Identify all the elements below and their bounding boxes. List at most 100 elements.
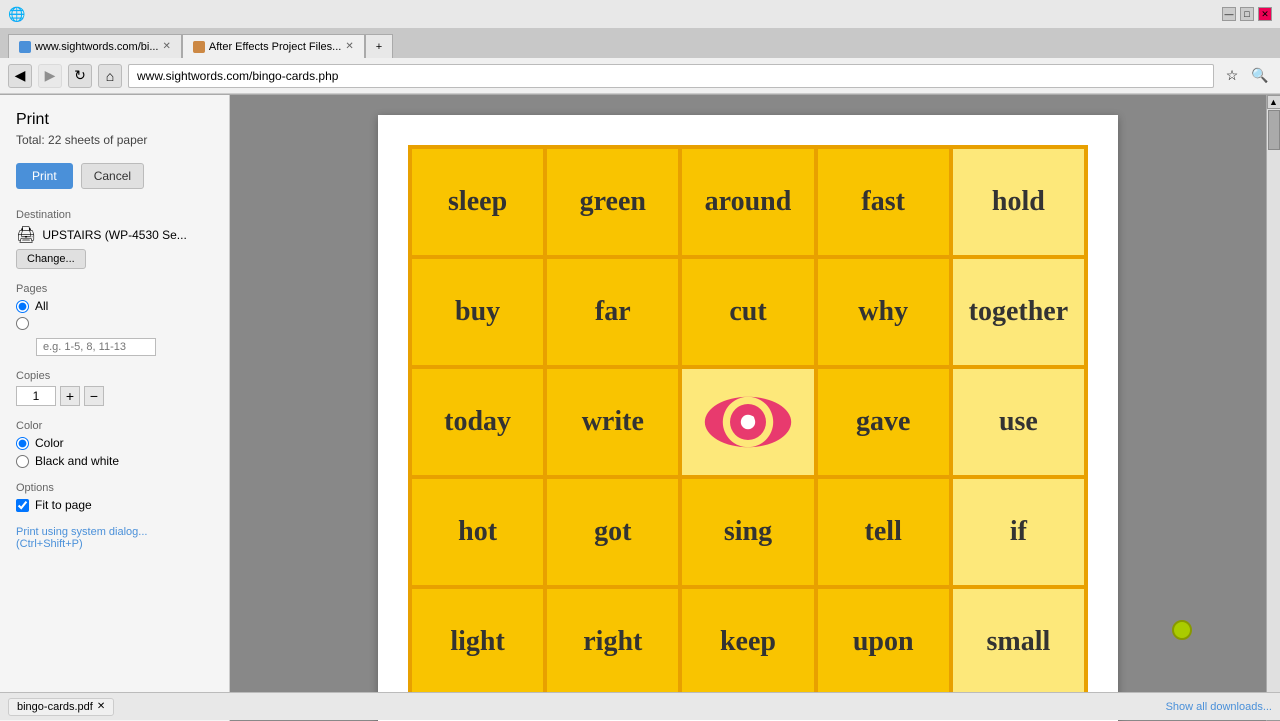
bingo-cell-2: around <box>680 147 815 257</box>
bingo-cell-22: keep <box>680 587 815 697</box>
bw-option[interactable]: Black and white <box>16 454 213 468</box>
fit-to-page-label: Fit to page <box>35 498 92 512</box>
title-bar-controls: — □ ✕ <box>1222 7 1272 21</box>
search-icon[interactable]: 🔍 <box>1248 64 1272 88</box>
destination-value: 🖨 UPSTAIRS (WP-4530 Se... <box>16 225 213 245</box>
color-radio[interactable] <box>16 437 29 450</box>
tab-close-sightwords[interactable]: ✕ <box>162 41 170 52</box>
bingo-cell-19: if <box>951 477 1086 587</box>
bingo-cell-4: hold <box>951 147 1086 257</box>
print-panel: Print Total: 22 sheets of paper Print Ca… <box>0 95 230 721</box>
pages-label: Pages <box>16 283 213 295</box>
bingo-cell-6: far <box>545 257 680 367</box>
tab-label-aftereffects: After Effects Project Files... <box>209 41 341 53</box>
bingo-cell-18: tell <box>816 477 951 587</box>
destination-row: Destination 🖨 UPSTAIRS (WP-4530 Se... Ch… <box>16 209 213 269</box>
bingo-cell-16: got <box>545 477 680 587</box>
bingo-cell-8: why <box>816 257 951 367</box>
bw-radio[interactable] <box>16 455 29 468</box>
print-title: Print <box>16 111 213 129</box>
nav-icons: ☆ 🔍 <box>1220 64 1272 88</box>
nav-bar: ◀ ▶ ↻ ⌂ ☆ 🔍 <box>0 58 1280 94</box>
bingo-cell-14: use <box>951 367 1086 477</box>
bingo-cell-17: sing <box>680 477 815 587</box>
forward-button[interactable]: ▶ <box>38 64 62 88</box>
bookmark-icon[interactable]: ☆ <box>1220 64 1244 88</box>
color-label-text: Color <box>35 436 64 450</box>
copies-input[interactable] <box>16 386 56 406</box>
minimize-button[interactable]: — <box>1222 7 1236 21</box>
bingo-grid: sleepgreenaroundfastholdbuyfarcutwhytoge… <box>408 145 1088 699</box>
cancel-button[interactable]: Cancel <box>81 163 144 189</box>
home-button[interactable]: ⌂ <box>98 64 122 88</box>
system-dialog-link[interactable]: Print using system dialog... (Ctrl+Shift… <box>16 526 213 550</box>
copies-label: Copies <box>16 370 213 382</box>
tab-label-sightwords: www.sightwords.com/bi... <box>35 41 158 53</box>
show-all-downloads-link[interactable]: Show all downloads... <box>1166 701 1272 713</box>
download-close-button[interactable]: ✕ <box>97 701 105 712</box>
print-total: Total: 22 sheets of paper <box>16 133 213 147</box>
title-bar: 🌐 — □ ✕ <box>0 0 1280 28</box>
download-item: bingo-cards.pdf ✕ <box>8 698 114 716</box>
bingo-cell-9: together <box>951 257 1086 367</box>
copies-row: Copies + − <box>16 370 213 406</box>
color-option[interactable]: Color <box>16 436 213 450</box>
bingo-cell-3: fast <box>816 147 951 257</box>
pages-all-radio[interactable] <box>16 300 29 313</box>
color-row: Color Color Black and white <box>16 420 213 468</box>
bingo-cell-5: buy <box>410 257 545 367</box>
tab-aftereffects[interactable]: After Effects Project Files... ✕ <box>182 34 365 58</box>
tab-sightwords[interactable]: www.sightwords.com/bi... ✕ <box>8 34 182 58</box>
bingo-cell-13: gave <box>816 367 951 477</box>
bottom-bar: bingo-cards.pdf ✕ Show all downloads... <box>0 692 1280 720</box>
bingo-cell-23: upon <box>816 587 951 697</box>
destination-name: UPSTAIRS (WP-4530 Se... <box>42 228 187 242</box>
tab-favicon-sightwords <box>19 41 31 53</box>
pages-custom-option[interactable] <box>16 317 213 330</box>
print-button[interactable]: Print <box>16 163 73 189</box>
back-button[interactable]: ◀ <box>8 64 32 88</box>
pages-all-label: All <box>35 299 48 313</box>
refresh-button[interactable]: ↻ <box>68 64 92 88</box>
bingo-cell-15: hot <box>410 477 545 587</box>
main-layout: Print Total: 22 sheets of paper Print Ca… <box>0 95 1280 721</box>
content-area: sleepgreenaroundfastholdbuyfarcutwhytoge… <box>230 95 1266 721</box>
printer-icon: 🖨 <box>16 225 36 245</box>
options-label: Options <box>16 482 213 494</box>
maximize-button[interactable]: □ <box>1240 7 1254 21</box>
bingo-cell-21: right <box>545 587 680 697</box>
copies-increment-button[interactable]: + <box>60 386 80 406</box>
copies-decrement-button[interactable]: − <box>84 386 104 406</box>
print-buttons: Print Cancel <box>16 163 213 189</box>
browser-logo: 🌐 <box>8 6 25 23</box>
bingo-cell-20: light <box>410 587 545 697</box>
pages-custom-radio[interactable] <box>16 317 29 330</box>
bingo-cell-12 <box>680 367 815 477</box>
address-bar[interactable] <box>128 64 1214 88</box>
scroll-up-button[interactable]: ▲ <box>1267 95 1280 109</box>
options-row: Options Fit to page <box>16 482 213 512</box>
fit-to-page-checkbox[interactable] <box>16 499 29 512</box>
bingo-cell-24: small <box>951 587 1086 697</box>
change-destination-button[interactable]: Change... <box>16 249 86 269</box>
download-filename: bingo-cards.pdf <box>17 701 93 713</box>
tab-bar: www.sightwords.com/bi... ✕ After Effects… <box>0 28 1280 58</box>
scroll-track[interactable] <box>1267 109 1280 707</box>
tab-close-aftereffects[interactable]: ✕ <box>345 41 353 52</box>
bingo-cell-11: write <box>545 367 680 477</box>
pages-custom-input[interactable] <box>36 338 156 356</box>
tab-favicon-aftereffects <box>193 41 205 53</box>
destination-label: Destination <box>16 209 213 221</box>
scroll-thumb[interactable] <box>1268 110 1280 150</box>
bingo-page: sleepgreenaroundfastholdbuyfarcutwhytoge… <box>378 115 1118 721</box>
pages-radio-group: All <box>16 299 213 356</box>
new-tab-button[interactable]: + <box>365 34 393 58</box>
color-radio-group: Color Black and white <box>16 436 213 468</box>
scrollbar-right: ▲ ▼ <box>1266 95 1280 721</box>
color-label: Color <box>16 420 213 432</box>
fit-to-page-option[interactable]: Fit to page <box>16 498 213 512</box>
pages-all-option[interactable]: All <box>16 299 213 313</box>
bingo-cell-1: green <box>545 147 680 257</box>
close-button[interactable]: ✕ <box>1258 7 1272 21</box>
title-bar-left: 🌐 <box>8 6 25 23</box>
